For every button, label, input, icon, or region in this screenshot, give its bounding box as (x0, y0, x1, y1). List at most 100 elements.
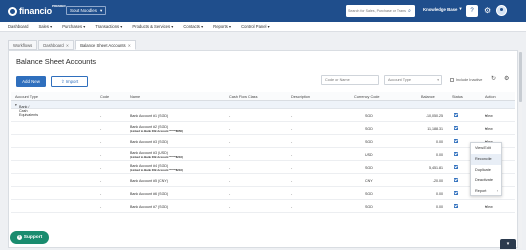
cell-code: - (100, 139, 102, 144)
table-row[interactable]: - Bank Account #2 (SGD) (Linked to Bank IC… (11, 122, 515, 135)
gear-icon[interactable]: ⚙ (484, 6, 491, 16)
status-checkbox[interactable] (454, 191, 458, 195)
status-checkbox[interactable] (454, 126, 458, 130)
refresh-icon[interactable]: ↻ (491, 75, 496, 82)
table-row[interactable]: -Bank Account #3 (SGD)--SGD0.00View ▾ (11, 135, 515, 148)
question-icon[interactable]: ? (466, 5, 478, 17)
status-checkbox[interactable] (454, 139, 458, 143)
cell-name: Bank Account #3 (SGD) (130, 139, 169, 144)
cell-balance: -20.00 (432, 178, 443, 183)
support-button[interactable]: Support (10, 231, 49, 244)
chevron-right-icon: › (496, 189, 498, 194)
col-balance[interactable]: Balance (421, 95, 435, 99)
view-label: View (485, 113, 493, 118)
menu-item-view-edit[interactable]: View/Edit (471, 143, 501, 154)
financio-logo[interactable]: financio PREMIER (8, 4, 66, 17)
close-icon[interactable]: ✕ (128, 43, 132, 48)
col-account-type[interactable]: Account Type (15, 95, 38, 99)
status-checkbox[interactable] (454, 165, 458, 169)
collapse-toggle[interactable]: ▾ (500, 239, 516, 249)
cell-linked-account: (Linked to Bank ICB Account ******8856) (130, 129, 183, 133)
cell-name: Bank Account #2 (SGD) (130, 124, 169, 129)
global-search[interactable]: ⌕ (346, 5, 415, 17)
import-button[interactable]: ⇪ Import (51, 76, 88, 87)
col-description[interactable]: Description (291, 95, 310, 99)
view-button[interactable]: View ▾ (485, 205, 493, 209)
cell-code: - (100, 178, 102, 183)
cell-linked-account: (Linked to Bank ICB Account ******8216) (130, 168, 183, 172)
view-button[interactable]: View ▾ (485, 127, 493, 131)
status-checkbox[interactable] (454, 152, 458, 156)
table-row[interactable]: - Bank Account #7 (SGD) - - SGD 0.00 View ▾ (11, 200, 515, 213)
cell-balance: 5,451.81 (429, 165, 443, 170)
cell-balance: 0.00 (436, 139, 443, 144)
code-name-input[interactable] (322, 76, 378, 84)
account-type-filter[interactable]: ▾ (384, 75, 442, 85)
status-checkbox[interactable] (454, 204, 458, 208)
close-icon[interactable]: ✕ (66, 43, 70, 48)
accounts-table: Account Type Code Name Cash Flow Class D… (11, 92, 515, 213)
tab-balance-sheet-accounts[interactable]: Balance Sheet Accounts ✕ (75, 40, 137, 50)
scrollbar-thumb[interactable] (519, 52, 522, 102)
menu-item-reconcile[interactable]: Reconcile (471, 153, 501, 165)
tab-label: Balance Sheet Accounts (80, 43, 126, 48)
tab-dashboard[interactable]: Dashboard ✕ (38, 40, 75, 50)
nav-label: Transactions (95, 24, 120, 29)
main-nav: Dashboard Sales ▾ Purchases ▾ Transactio… (0, 22, 526, 32)
add-new-button[interactable]: Add New (16, 76, 46, 87)
nav-reports[interactable]: Reports ▾ (213, 24, 231, 29)
avatar[interactable] (496, 5, 507, 16)
search-icon[interactable]: ⌕ (406, 7, 413, 15)
status-checkbox[interactable] (454, 178, 458, 182)
vertical-scrollbar[interactable] (519, 50, 522, 248)
cell-code: - (100, 165, 102, 170)
cell-balance: 11,188.31 (427, 126, 443, 131)
nav-purchases[interactable]: Purchases ▾ (62, 24, 85, 29)
nav-dashboard[interactable]: Dashboard (8, 24, 29, 29)
nav-sales[interactable]: Sales ▾ (39, 24, 53, 29)
table-row[interactable]: -Bank Account #5 (CNY)--CNY-20.00View ▾ (11, 174, 515, 187)
cell-description: - (291, 113, 293, 118)
company-select[interactable]: Sout Noodles ▾ (66, 6, 107, 15)
col-name[interactable]: Name (130, 95, 140, 99)
cell-name: Bank Account #6 (SGD) (130, 191, 169, 196)
account-type-input[interactable] (385, 76, 441, 84)
col-currency-code[interactable]: Currency Code (354, 95, 380, 99)
workspace-tabs: Workflows Dashboard ✕ Balance Sheet Accou… (8, 40, 137, 50)
table-row[interactable]: - Bank Account #4 (SGD) (Linked to Bank IC… (11, 161, 515, 174)
import-label: Import (65, 79, 79, 84)
knowledge-base-menu[interactable]: Knowledge Base ▾ (423, 6, 462, 12)
cell-cash-flow: - (229, 139, 231, 144)
table-row[interactable]: -Bank Account #6 (SGD)--SGD0.00View ▾ (11, 187, 515, 200)
menu-item-deactivate[interactable]: Deactivate (471, 175, 501, 186)
nav-label: Reports (213, 24, 228, 29)
table-row[interactable]: - Bank Account #1 (SGD) - - SGD -10,050.25 Vie… (11, 109, 515, 122)
include-inactive-checkbox[interactable] (450, 78, 454, 82)
cell-cash-flow: - (229, 178, 231, 183)
col-status[interactable]: Status (452, 95, 463, 99)
col-code[interactable]: Code (100, 95, 109, 99)
code-name-filter[interactable] (321, 75, 379, 85)
support-label: Support (23, 235, 43, 240)
cell-description: - (291, 139, 293, 144)
nav-contacts[interactable]: Contacts ▾ (183, 24, 203, 29)
cell-name: Bank Account #1 (SGD) (130, 113, 169, 118)
menu-item-report[interactable]: Report › (471, 186, 501, 197)
column-settings-icon[interactable]: ⚙ (504, 75, 509, 82)
table-row[interactable]: - Bank Account #3 (USD) (Linked to Bank IC… (11, 148, 515, 161)
col-cash-flow-class[interactable]: Cash Flow Class (229, 95, 257, 99)
search-input[interactable] (348, 9, 406, 13)
view-button[interactable]: View ▾ (485, 114, 493, 118)
cell-code: - (100, 204, 102, 209)
tab-workflows[interactable]: Workflows (8, 40, 38, 50)
upload-icon: ⇪ (60, 79, 65, 84)
nav-products-services[interactable]: Products & Services ▾ (132, 24, 173, 29)
nav-transactions[interactable]: Transactions ▾ (95, 24, 122, 29)
group-row[interactable]: ▾ Bank / Cash Equivalents (11, 101, 515, 117)
nav-control-panel[interactable]: Control Panel ▾ (241, 24, 270, 29)
top-bar: financio PREMIER Sout Noodles ▾ ⌕ Knowle… (0, 0, 526, 22)
menu-item-duplicate[interactable]: Duplicate (471, 165, 501, 176)
chevron-down-icon: ▾ (459, 6, 462, 11)
status-checkbox[interactable] (454, 113, 458, 117)
col-action: Action (485, 94, 496, 99)
